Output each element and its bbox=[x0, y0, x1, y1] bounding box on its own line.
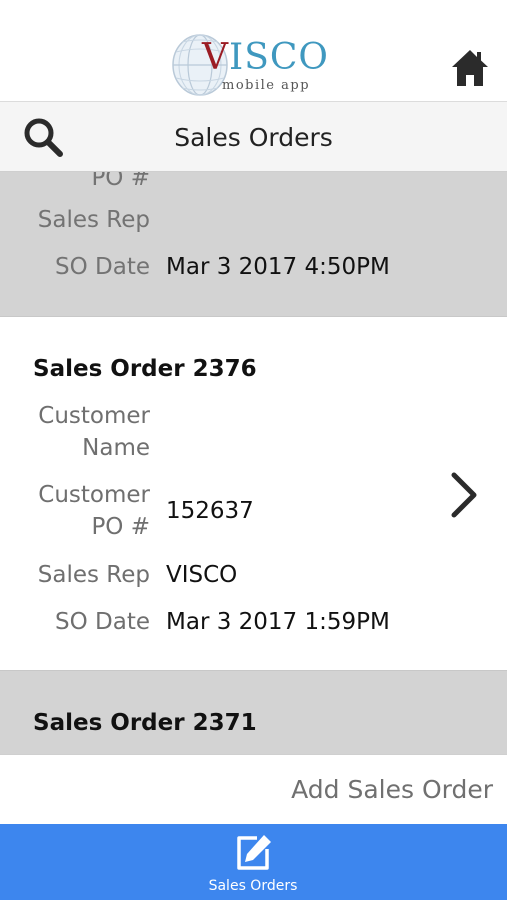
customer-name-label-line1: Customer bbox=[38, 403, 150, 429]
logo-letters-isco: ISCO bbox=[229, 37, 329, 78]
add-sales-order-button[interactable]: Add Sales Order bbox=[291, 773, 493, 807]
customer-po-value: 152637 bbox=[166, 498, 254, 524]
customer-po-label-line2: PO # bbox=[91, 514, 150, 540]
sales-rep-label: Sales Rep bbox=[37, 207, 150, 233]
sales-order-title: Sales Order 2376 bbox=[33, 356, 257, 382]
customer-po-label-line1: Customer bbox=[38, 482, 150, 508]
nav-item-label: Sales Orders bbox=[208, 878, 298, 894]
chevron-right-icon[interactable] bbox=[448, 469, 480, 521]
customer-po-label: PO # bbox=[91, 172, 150, 191]
so-date-label: SO Date bbox=[55, 609, 150, 635]
app-header: VISCO mobile app bbox=[0, 0, 507, 102]
sales-order-list[interactable]: PO # Sales Rep SO Date Mar 3 2017 4:50PM… bbox=[0, 172, 507, 754]
sales-order-card[interactable]: PO # Sales Rep SO Date Mar 3 2017 4:50PM bbox=[0, 172, 507, 317]
customer-name-label-line2: Name bbox=[82, 435, 150, 461]
sales-order-card[interactable]: Sales Order 2371 bbox=[0, 671, 507, 754]
home-icon bbox=[452, 50, 488, 86]
sales-order-title: Sales Order 2371 bbox=[33, 710, 257, 736]
edit-icon bbox=[237, 835, 271, 870]
sales-order-card[interactable]: Sales Order 2376 Customer Name Customer … bbox=[0, 317, 507, 671]
so-date-value: Mar 3 2017 1:59PM bbox=[166, 609, 390, 635]
so-date-label: SO Date bbox=[55, 254, 150, 280]
logo-subtitle: mobile app bbox=[222, 78, 311, 93]
so-date-value: Mar 3 2017 4:50PM bbox=[166, 254, 390, 280]
page-title: Sales Orders bbox=[174, 123, 333, 152]
home-button[interactable] bbox=[450, 48, 490, 88]
sales-rep-label: Sales Rep bbox=[37, 562, 150, 588]
nav-item-sales-orders[interactable]: Sales Orders bbox=[183, 824, 323, 900]
logo-wordmark: VISCO bbox=[202, 40, 329, 76]
sales-rep-value: VISCO bbox=[166, 562, 238, 588]
visco-logo: VISCO mobile app bbox=[170, 32, 335, 98]
logo-letter-v: V bbox=[202, 37, 229, 78]
